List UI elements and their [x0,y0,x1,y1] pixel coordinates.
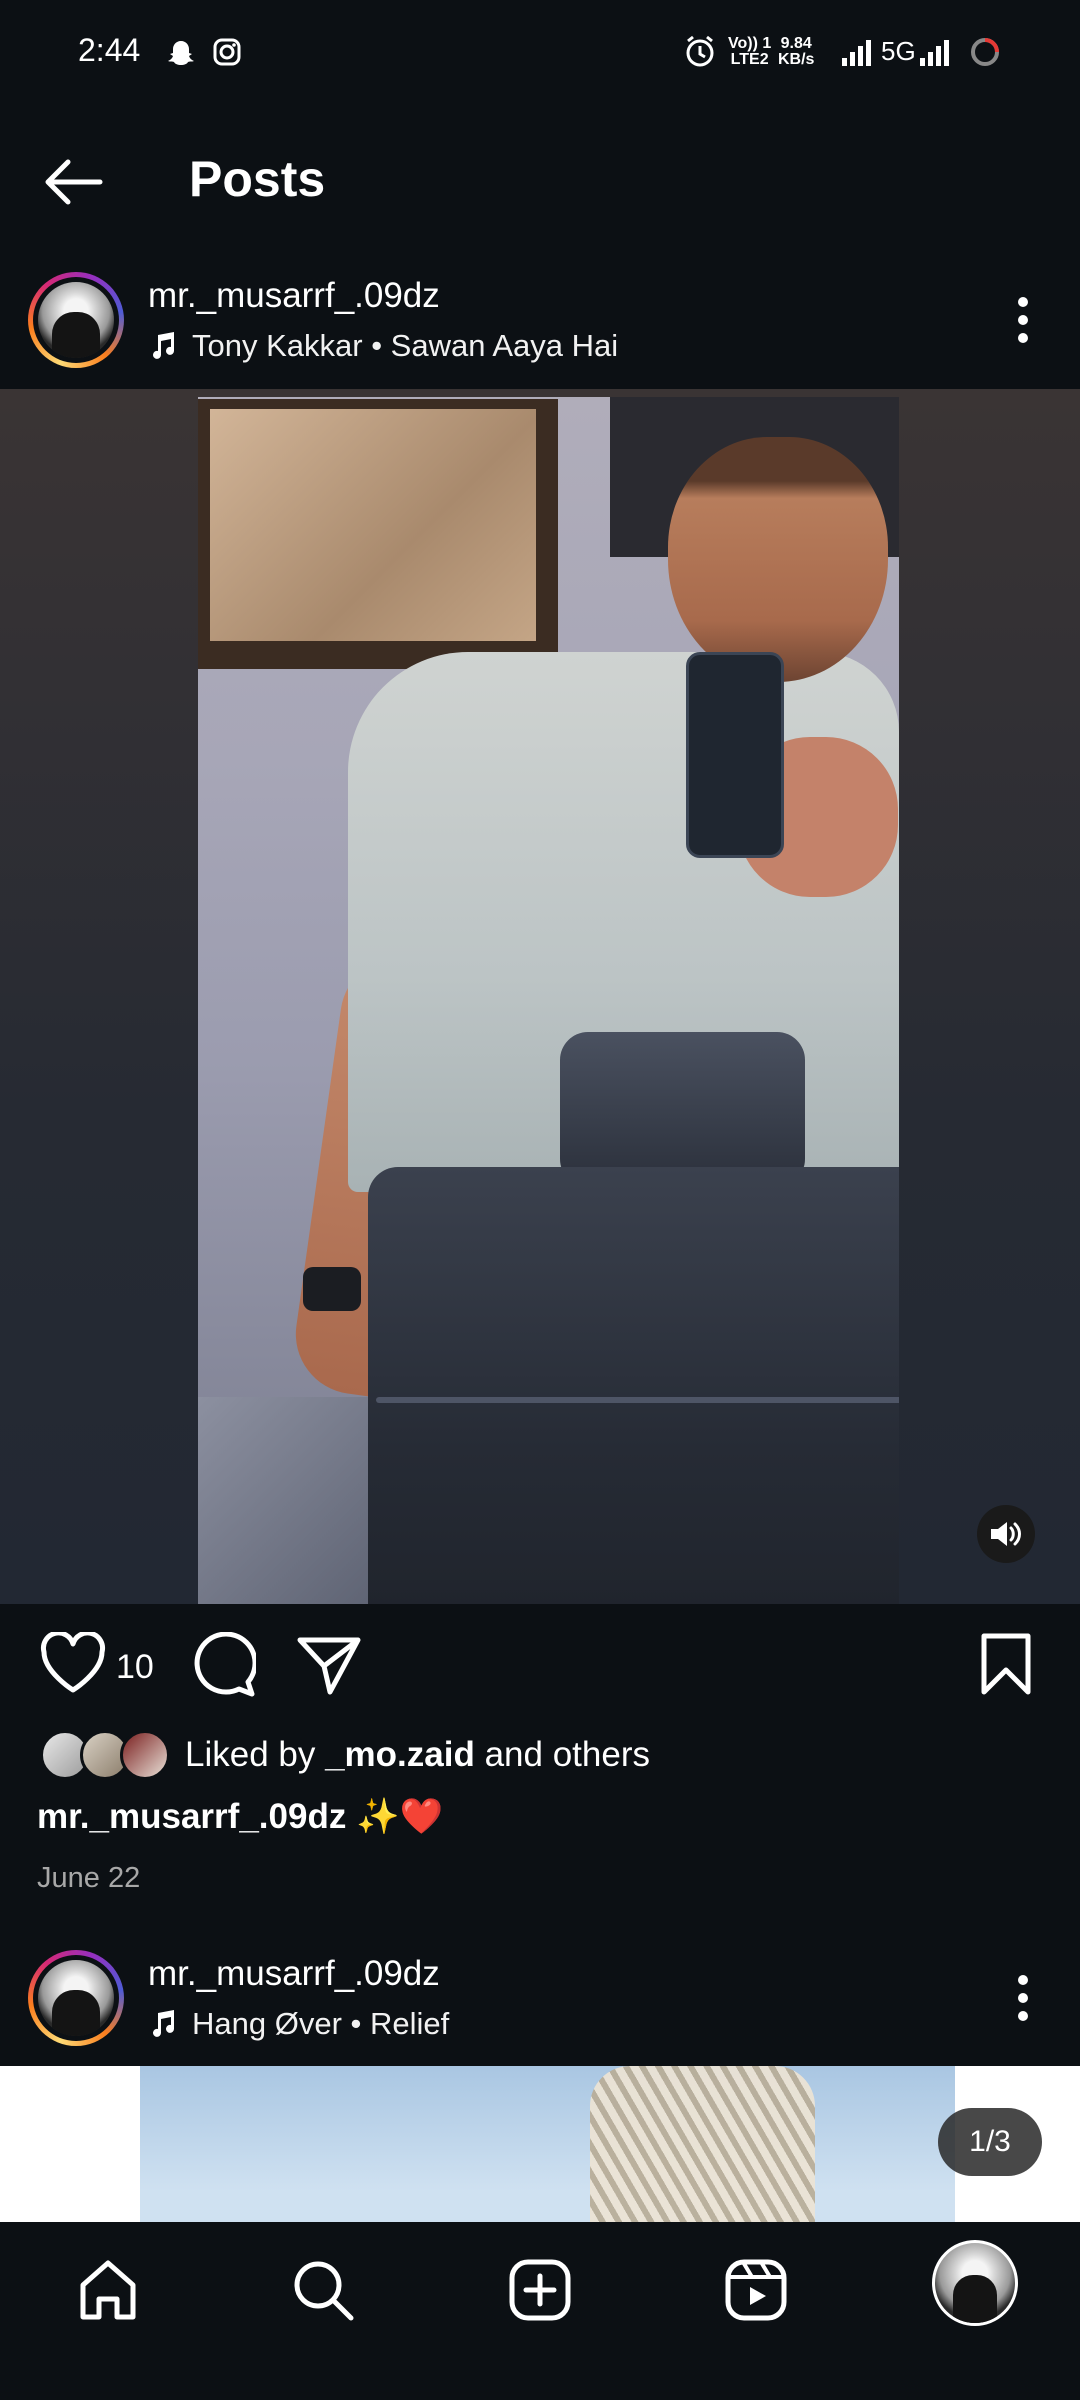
home-icon [80,2260,136,2320]
post-username[interactable]: mr._musarrf_.09dz [148,276,440,316]
post-photo[interactable] [198,397,899,1604]
heart-icon [40,1630,106,1693]
arrow-left-icon [45,159,103,205]
signal-icon [840,38,874,73]
volte-indicator: Vo)) 1 LTE2 [728,35,772,68]
avatar-image [38,1960,114,2036]
search-icon [294,2261,354,2321]
post-media-container[interactable] [0,2066,1080,2222]
create-icon [509,2259,571,2321]
nav-create[interactable] [502,2252,578,2328]
post-username[interactable]: mr._musarrf_.09dz [148,1954,440,1994]
nav-home[interactable] [70,2252,146,2328]
caption-text: ✨❤️ [346,1797,444,1836]
back-button[interactable] [40,150,104,214]
liker-avatar[interactable] [120,1730,170,1780]
more-options-button[interactable] [1003,290,1043,350]
post-date: June 22 [37,1862,141,1894]
comment-icon [194,1631,258,1697]
like-button[interactable] [40,1630,106,1699]
caption-username[interactable]: mr._musarrf_.09dz [37,1797,346,1836]
send-icon [297,1637,361,1695]
post-music-label: Hang Øver • Relief [192,2006,450,2041]
alarm-icon [684,35,716,74]
nav-reels[interactable] [718,2252,794,2328]
battery-saver-icon [969,36,1001,73]
network-speed: 9.84 KB/s [778,35,815,68]
post-avatar[interactable] [28,272,124,368]
share-button[interactable] [296,1636,362,1701]
status-time: 2:44 [78,32,141,68]
sound-toggle-button[interactable] [977,1505,1035,1563]
liked-by-user[interactable]: _mo.zaid [325,1735,475,1774]
snapchat-icon [166,38,196,73]
network-type: 5G [881,36,916,66]
signal-2-icon [918,38,952,73]
post-music[interactable]: Tony Kakkar • Sawan Aaya Hai [148,328,618,364]
carousel-counter: 1/3 [938,2108,1042,2176]
nav-search[interactable] [285,2252,361,2328]
nav-profile-avatar[interactable] [932,2240,1018,2326]
music-note-icon [153,2010,174,2037]
more-options-button[interactable] [1003,1968,1043,2028]
post-avatar[interactable] [28,1950,124,2046]
post-caption: mr._musarrf_.09dz ✨❤️ [37,1797,443,1837]
avatar-image [38,282,114,358]
music-note-icon [153,332,174,359]
more-vertical-icon [1018,297,1028,343]
more-vertical-icon [1018,1975,1028,2021]
instagram-icon [212,37,242,72]
liked-by-text[interactable]: Liked by _mo.zaid and others [185,1735,650,1775]
comment-button[interactable] [190,1631,258,1703]
page-title: Posts [189,151,326,207]
post-music[interactable]: Hang Øver • Relief [148,2006,449,2042]
like-count[interactable]: 10 [116,1647,154,1687]
reels-icon [725,2259,787,2321]
volume-icon [991,1522,1021,1546]
bookmark-icon [981,1633,1031,1695]
save-button[interactable] [978,1632,1034,1701]
post-music-label: Tony Kakkar • Sawan Aaya Hai [192,328,619,363]
